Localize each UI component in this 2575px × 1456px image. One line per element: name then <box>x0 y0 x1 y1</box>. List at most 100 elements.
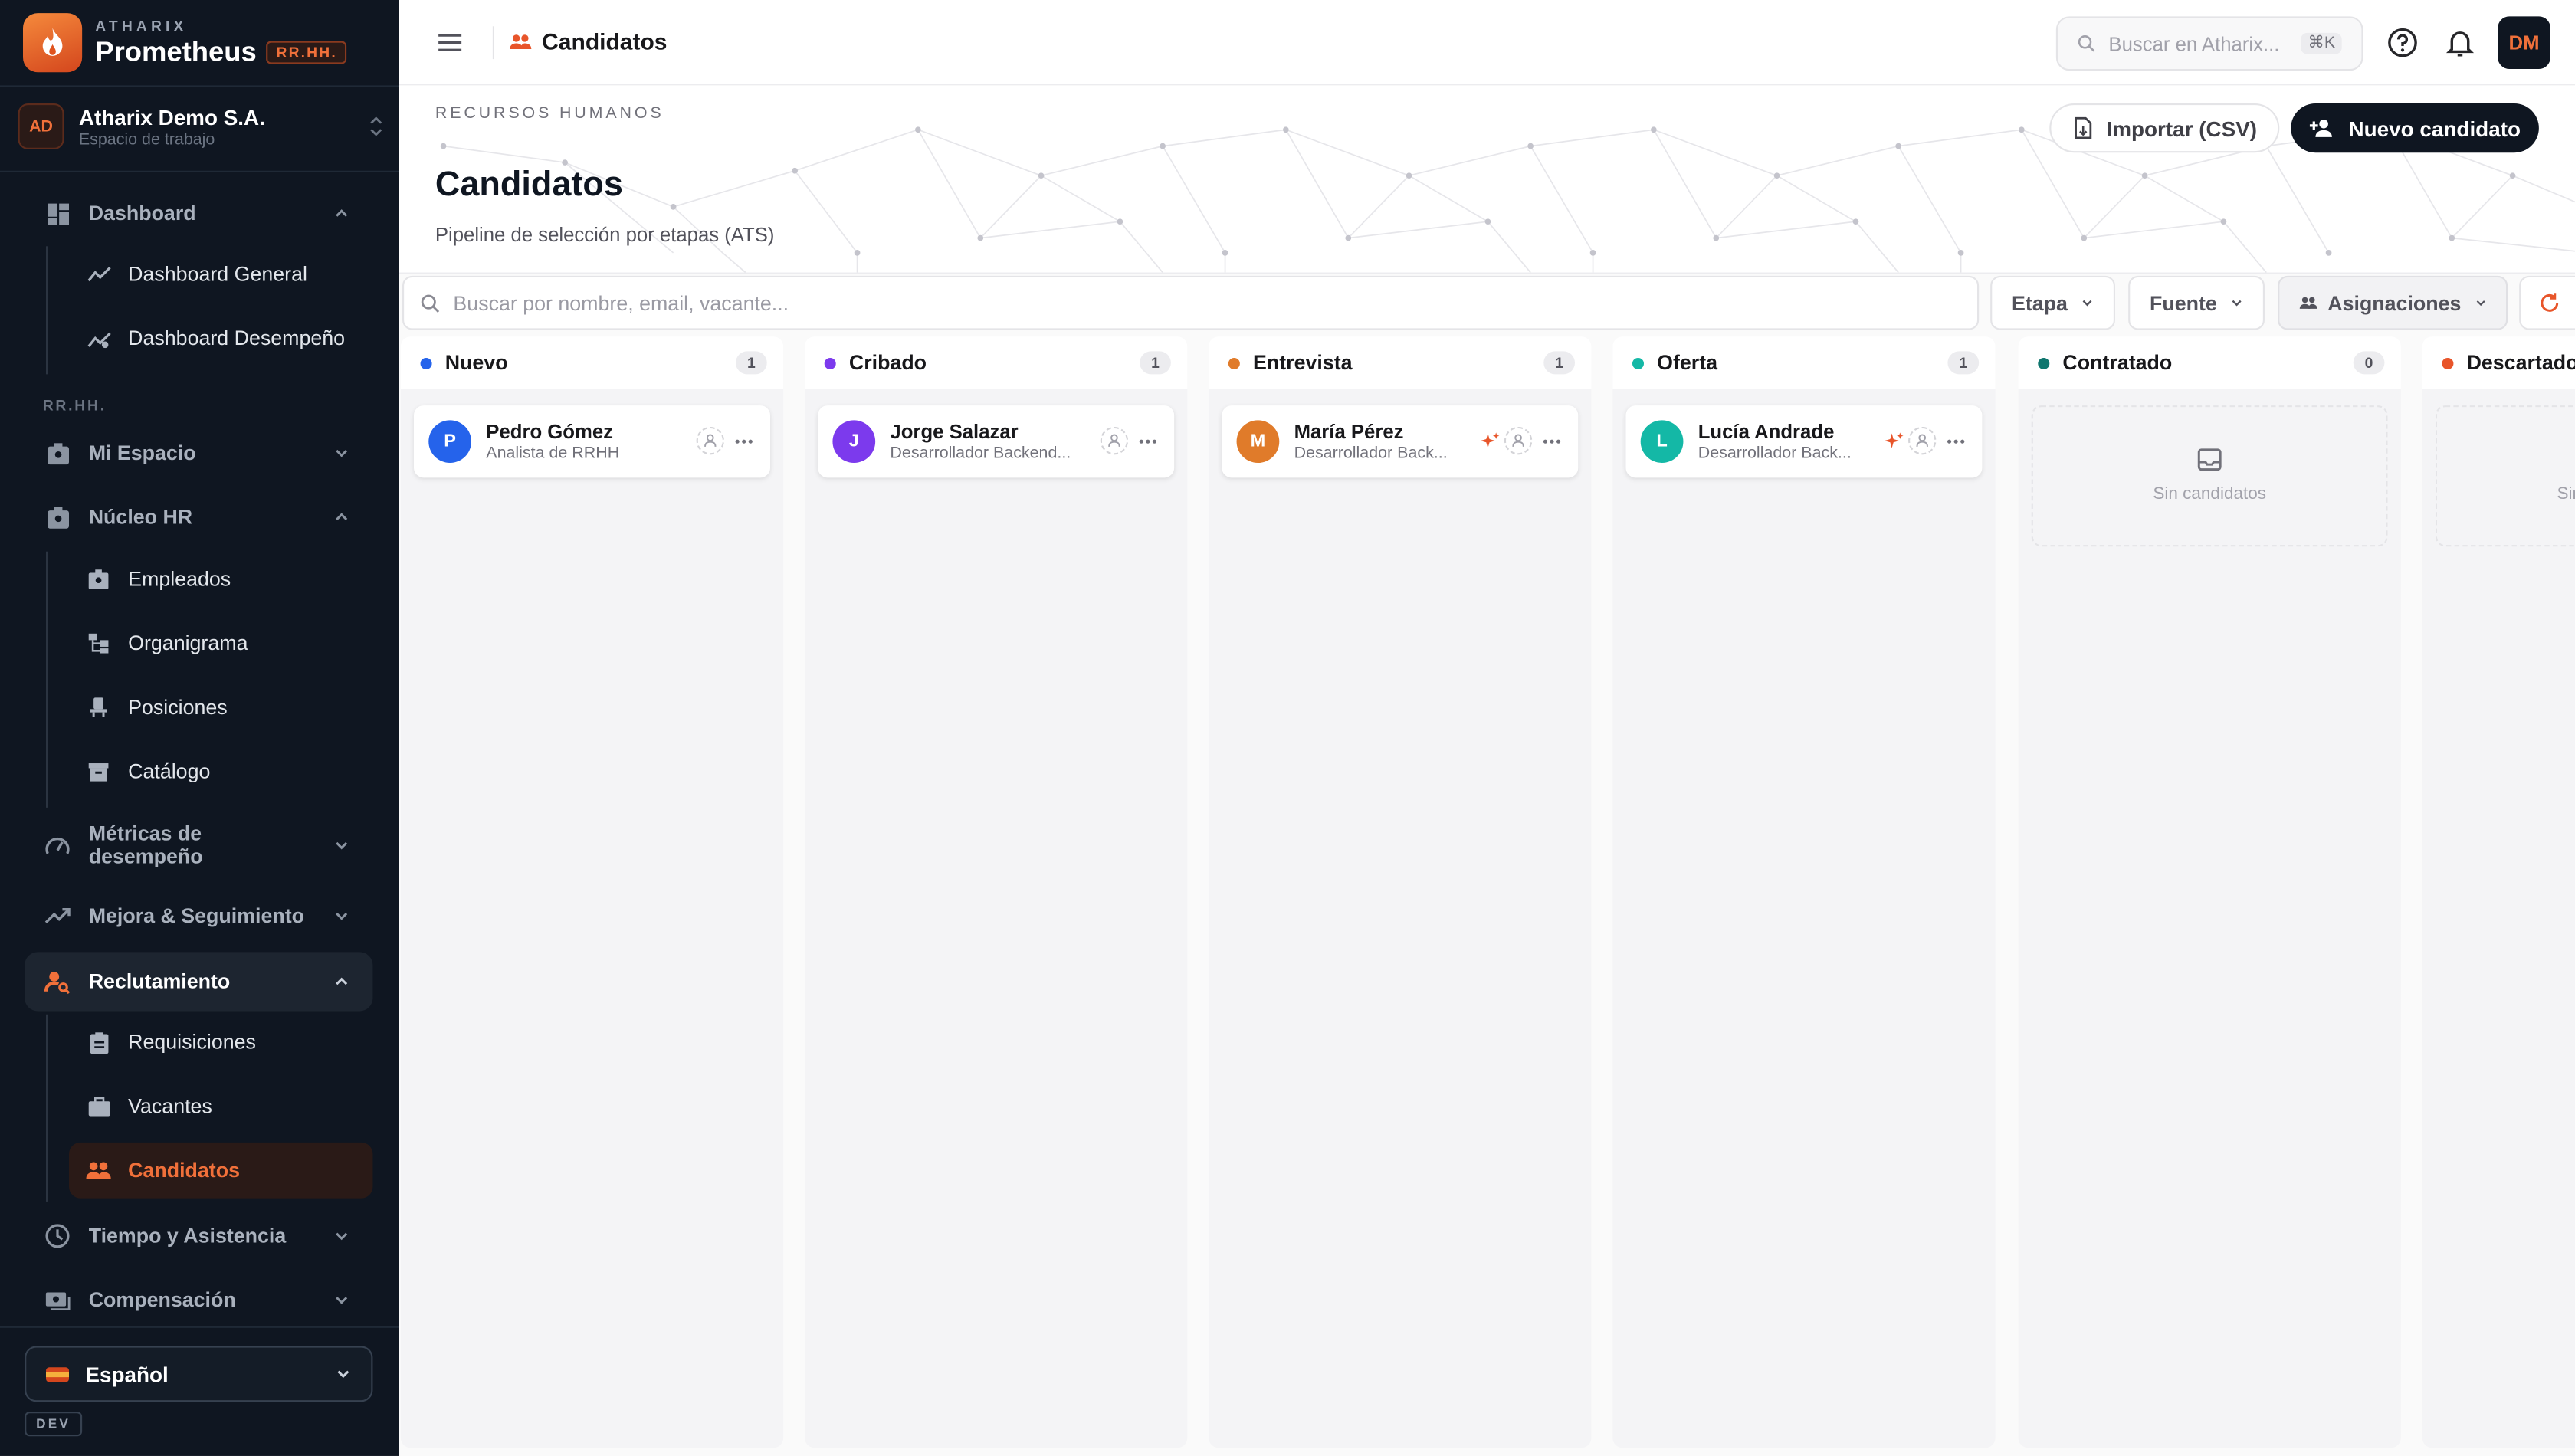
nav-reclutamiento[interactable]: Reclutamiento <box>25 952 373 1012</box>
org-chart-icon <box>85 631 111 657</box>
nav-catalogo[interactable]: Catálogo <box>69 743 372 799</box>
nav-candidatos[interactable]: Candidatos <box>69 1142 373 1199</box>
nav-metricas-label-1: Métricas de <box>88 822 202 846</box>
stage-dot <box>824 356 836 369</box>
kanban-board: Nuevo 1 P Pedro Gómez Analista de RRHH C… <box>399 333 2575 1456</box>
brand[interactable]: ATHARIX Prometheus RR.HH. <box>23 13 347 73</box>
assign-person-icon[interactable] <box>1504 426 1533 455</box>
nav-compensacion[interactable]: Compensación <box>25 1271 372 1330</box>
candidate-card[interactable]: P Pedro Gómez Analista de RRHH <box>414 405 770 478</box>
nav-metricas[interactable]: Métricas de desempeño <box>25 814 372 876</box>
new-candidate-button[interactable]: Nuevo candidato <box>2291 103 2539 153</box>
column-oferta: Oferta 1 L Lucía Andrade Desarrollador B… <box>1612 336 1996 1448</box>
empty-state-label: Sin candidatos <box>2153 484 2267 504</box>
assignments-filter[interactable]: Asignaciones <box>2278 275 2508 330</box>
search-icon <box>421 293 440 312</box>
nav-tiempo-asistencia[interactable]: Tiempo y Asistencia <box>25 1206 372 1265</box>
candidate-search-input[interactable]: Buscar por nombre, email, vacante... <box>402 275 1980 330</box>
candidate-avatar: L <box>1640 420 1684 464</box>
candidate-search-placeholder: Buscar por nombre, email, vacante... <box>453 291 789 315</box>
assign-person-icon[interactable] <box>696 426 724 455</box>
column-descartado: Descartado Sin candidatos <box>2422 336 2575 1448</box>
more-options-icon[interactable] <box>1946 431 1966 451</box>
user-avatar[interactable]: DM <box>2498 16 2550 69</box>
performance-chart-icon <box>85 325 111 351</box>
briefcase-icon <box>85 1094 111 1120</box>
nav-vacantes[interactable]: Vacantes <box>69 1078 372 1134</box>
assign-person-icon[interactable] <box>1908 426 1937 455</box>
candidate-name: Lucía Andrade <box>1698 420 1835 444</box>
more-options-icon[interactable] <box>1542 431 1562 451</box>
import-csv-button[interactable]: Importar (CSV) <box>2049 103 2280 153</box>
refresh-button[interactable] <box>2519 275 2575 330</box>
brand-kicker: ATHARIX <box>95 17 188 34</box>
more-options-icon[interactable] <box>1138 431 1158 451</box>
chevron-down-icon <box>336 1297 348 1304</box>
nav-tiempo-label: Tiempo y Asistencia <box>88 1224 287 1248</box>
import-csv-label: Importar (CSV) <box>2106 116 2258 141</box>
chevron-up-icon <box>336 513 348 521</box>
nav-empleados[interactable]: Empleados <box>69 552 372 608</box>
menu-icon[interactable] <box>435 28 465 57</box>
workspace-switcher[interactable]: AD Atharix Demo S.A. Espacio de trabajo <box>18 102 383 151</box>
candidate-card[interactable]: J Jorge Salazar Desarrollador Backend... <box>818 405 1175 478</box>
language-selector[interactable]: Español <box>25 1346 373 1402</box>
gauge-icon <box>44 832 71 858</box>
nav-posiciones[interactable]: Posiciones <box>69 680 372 736</box>
empty-state-label: Sin candidatos <box>2557 484 2575 504</box>
global-search-input[interactable]: Buscar en Atharix... ⌘K <box>2055 16 2363 71</box>
clipboard-icon <box>85 1029 111 1055</box>
people-icon <box>2299 297 2318 309</box>
brand-name: Prometheus <box>95 35 257 67</box>
nav-metricas-label-2: desempeño <box>88 845 203 869</box>
candidate-avatar: P <box>428 420 471 464</box>
nav-dashboard-desempeno[interactable]: Dashboard Desempeño <box>69 310 372 366</box>
nav-mi-espacio[interactable]: Mi Espacio <box>25 424 372 483</box>
more-options-icon[interactable] <box>734 431 754 451</box>
candidate-card[interactable]: M María Pérez Desarrollador Back... <box>1222 405 1579 478</box>
candidate-name: Pedro Gómez <box>486 420 614 444</box>
nav-dashboard-desempeno-label: Dashboard Desempeño <box>128 326 346 350</box>
chevron-down-icon <box>336 841 348 850</box>
chair-icon <box>85 694 111 720</box>
chevron-down-icon <box>336 449 348 457</box>
nav-posiciones-label: Posiciones <box>128 696 228 720</box>
shortcut-hint: ⌘K <box>2301 32 2342 54</box>
bell-icon[interactable] <box>2444 26 2477 59</box>
empty-state: Sin candidatos <box>2435 405 2575 547</box>
nav-nucleo-hr[interactable]: Núcleo HR <box>25 487 372 546</box>
search-icon <box>2078 35 2095 52</box>
people-icon <box>85 1157 111 1183</box>
nav-mejora-label: Mejora & Seguimiento <box>88 904 305 928</box>
divider <box>0 170 399 172</box>
candidate-role: Desarrollador Backend... <box>890 444 1071 464</box>
column-count: 1 <box>1140 351 1171 375</box>
assign-person-icon[interactable] <box>1100 426 1129 455</box>
column-contratado: Contratado 0 Sin candidatos <box>2018 336 2401 1448</box>
empty-state: Sin candidatos <box>2031 405 2388 547</box>
nav-requisiciones-label: Requisiciones <box>128 1031 256 1054</box>
column-header: Nuevo 1 <box>400 336 784 389</box>
nav-vacantes-label: Vacantes <box>128 1094 212 1118</box>
stage-dot <box>1228 356 1240 369</box>
workspace-avatar: AD <box>18 103 64 149</box>
nav-candidatos-label: Candidatos <box>128 1159 240 1182</box>
candidate-name: María Pérez <box>1294 420 1404 444</box>
help-icon[interactable] <box>2386 26 2419 59</box>
nav-mejora-seguimiento[interactable]: Mejora & Seguimiento <box>25 887 372 946</box>
nav-dashboard-general[interactable]: Dashboard General <box>69 246 372 302</box>
candidate-card[interactable]: L Lucía Andrade Desarrollador Back... <box>1625 405 1983 478</box>
column-title: Descartado <box>2466 351 2575 375</box>
source-filter[interactable]: Fuente <box>2128 275 2265 330</box>
candidate-name: Jorge Salazar <box>890 420 1019 444</box>
trending-up-icon <box>44 903 71 929</box>
new-candidate-label: Nuevo candidato <box>2348 116 2521 141</box>
column-count: 1 <box>735 351 767 375</box>
nav-dashboard[interactable]: Dashboard <box>25 184 372 243</box>
nav-nucleo-hr-label: Núcleo HR <box>88 505 193 529</box>
column-header: Oferta 1 <box>1612 336 1996 389</box>
nav-organigrama[interactable]: Organigrama <box>69 615 372 671</box>
chevron-down-icon <box>337 1370 349 1379</box>
stage-filter[interactable]: Etapa <box>1990 275 2115 330</box>
nav-requisiciones[interactable]: Requisiciones <box>69 1015 372 1071</box>
